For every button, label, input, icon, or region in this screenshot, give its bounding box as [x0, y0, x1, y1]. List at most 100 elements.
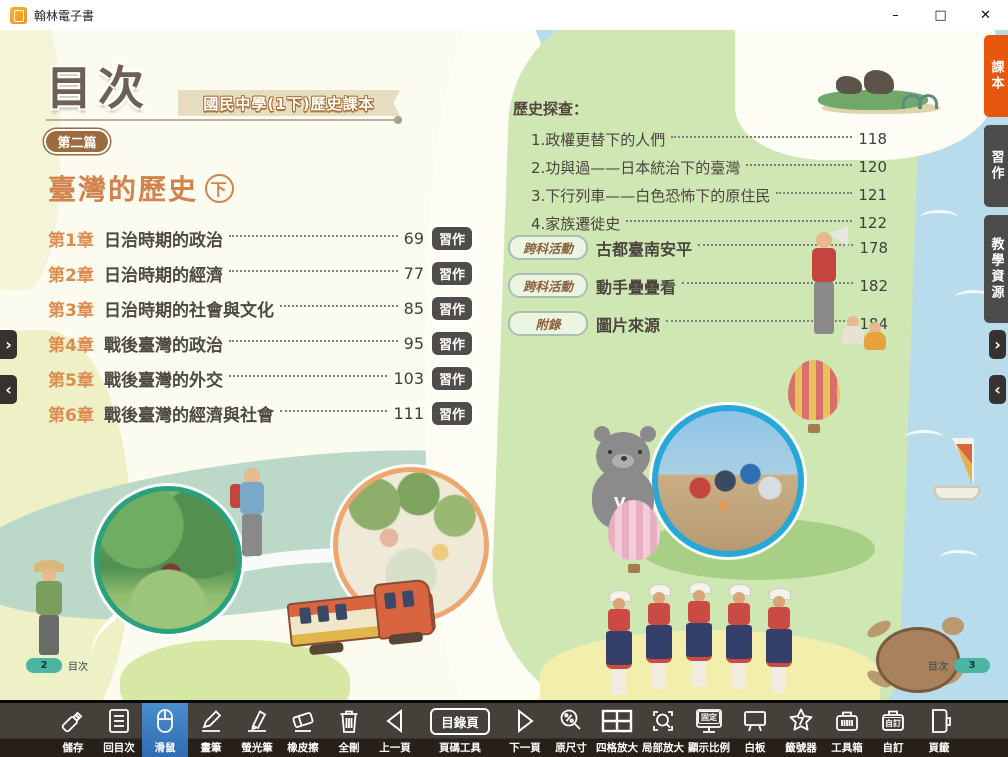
chapter-title: 戰後臺灣的外交: [104, 366, 223, 391]
zoom-percent-icon: [556, 704, 586, 738]
train-illustration: [285, 571, 434, 657]
activity-title: 動手疊疊看: [596, 274, 676, 298]
toolbar-highlighter[interactable]: 螢光筆: [234, 703, 280, 757]
usb-save-icon: [58, 704, 88, 738]
workbook-badge[interactable]: 習作: [432, 262, 472, 285]
chapter-row[interactable]: 第5章 戰後臺灣的外交 103 習作: [48, 367, 472, 389]
chapter-row[interactable]: 第3章 日治時期的社會與文化 85 習作: [48, 297, 472, 319]
left-edge-back-arrow[interactable]: ‹: [0, 375, 17, 404]
area-zoom-icon: [648, 704, 678, 738]
hot-air-balloon: [608, 500, 660, 573]
tab-textbook[interactable]: 課本: [984, 35, 1008, 117]
explore-row[interactable]: 3.下行列車——白色恐怖下的原住民 121: [531, 187, 887, 203]
workbook-badge[interactable]: 習作: [432, 297, 472, 320]
toolbar-label: 畫筆: [201, 740, 222, 755]
toolbar-label: 顯示比例: [688, 740, 730, 755]
workbook-badge[interactable]: 習作: [432, 402, 472, 425]
toolbar-eraser[interactable]: 橡皮擦: [280, 703, 326, 757]
tab-workbook[interactable]: 習作: [984, 125, 1008, 207]
eraser-icon: [288, 704, 318, 738]
toolbar-back-to-toc[interactable]: 回目次: [96, 703, 142, 757]
workbook-badge[interactable]: 習作: [432, 227, 472, 250]
toolbar-original-size[interactable]: 原尺寸: [548, 703, 594, 757]
toolbar-label: 原尺寸: [555, 740, 587, 755]
wave-decoration: [920, 210, 958, 225]
explore-title: 4.家族遷徙史: [531, 213, 620, 234]
dotted-leader: [746, 164, 852, 166]
workbook-badge[interactable]: 習作: [432, 332, 472, 355]
left-page-number-pill: 2: [26, 658, 62, 673]
tab-teaching-resources[interactable]: 教學資源: [984, 215, 1008, 323]
window-controls: – □ ✕: [873, 0, 1008, 30]
activity-badge: 跨科活動: [508, 273, 588, 298]
title-bar: 翰林電子書 – □ ✕: [0, 0, 1008, 30]
bookmark-book-icon: [924, 704, 954, 738]
chapter-number: 第4章: [48, 331, 104, 356]
toolbar-label: 四格放大: [596, 740, 638, 755]
chapter-title: 戰後臺灣的經濟與社會: [104, 401, 274, 426]
minimize-button[interactable]: –: [873, 0, 918, 30]
chapter-row[interactable]: 第4章 戰後臺灣的政治 95 習作: [48, 332, 472, 354]
toolbar-prev-page[interactable]: 上一頁: [372, 703, 418, 757]
hot-air-balloon: [788, 360, 840, 433]
ebook-app-window: 翰林電子書 – □ ✕ 目次: [0, 0, 1008, 757]
right-page-footer: 目次 3: [928, 658, 990, 673]
maximize-button[interactable]: □: [918, 0, 963, 30]
river-photo-circle: [94, 486, 242, 634]
toc-page-button[interactable]: 目錄頁: [430, 708, 490, 735]
chapter-title: 日治時期的政治: [104, 226, 223, 251]
activity-title: 圖片來源: [596, 312, 660, 336]
toolbar-label: 滑鼠: [155, 740, 176, 755]
explore-page-number: 121: [858, 186, 887, 204]
toolbar-label: 頁籤: [929, 740, 950, 755]
toolbar-custom[interactable]: 自訂 自訂: [870, 703, 916, 757]
toolbar-label: 白板: [745, 740, 766, 755]
explore-title: 3.下行列車——白色恐怖下的原住民: [531, 185, 770, 206]
toolbar-save[interactable]: 儲存: [50, 703, 96, 757]
right-edge-forward-arrow[interactable]: ›: [989, 330, 1006, 359]
explore-section: 歷史探查： 1.政權更替下的人們 118 2.功與過——日本統治下的臺灣 120…: [513, 98, 887, 243]
toolbar-partial-zoom[interactable]: 局部放大: [640, 703, 686, 757]
right-edge-back-arrow[interactable]: ‹: [989, 375, 1006, 404]
chapter-page-number: 95: [404, 334, 424, 353]
chapter-row[interactable]: 第6章 戰後臺灣的經濟與社會 111 習作: [48, 402, 472, 424]
chapter-number: 第6章: [48, 401, 104, 426]
toolbar-delete-all[interactable]: 全刪: [326, 703, 372, 757]
toolbar-mouse[interactable]: 滑鼠: [142, 703, 188, 757]
toolbar-toolbox[interactable]: 工具箱: [824, 703, 870, 757]
activity-title: 古都臺南安平: [596, 236, 692, 260]
explore-row[interactable]: 2.功與過——日本統治下的臺灣 120: [531, 159, 887, 175]
hot-air-balloon-small: [710, 467, 739, 509]
close-button[interactable]: ✕: [963, 0, 1008, 30]
book-spread: 目次 國民中學(1下)歷史課本 第二篇 臺灣的歷史 下 第1章 日治時期的政治 …: [0, 30, 1008, 700]
toolbar-next-page[interactable]: 下一頁: [502, 703, 548, 757]
sailboat-illustration: [928, 438, 980, 508]
trash-icon: [334, 704, 364, 738]
next-page-icon: [510, 704, 540, 738]
four-pane-grid-icon: [600, 704, 634, 738]
fixed-ratio-text: 固定: [698, 711, 720, 724]
toolbar-whiteboard[interactable]: 白板: [732, 703, 778, 757]
chapter-page-number: 69: [404, 229, 424, 248]
toolbar-label: 工具箱: [831, 740, 863, 755]
toolbar-display-ratio[interactable]: 固定 顯示比例: [686, 703, 732, 757]
appendix-badge: 附錄: [508, 311, 588, 336]
toolbar-label: 籤號器: [785, 740, 817, 755]
chapter-row[interactable]: 第1章 日治時期的政治 69 習作: [48, 227, 472, 249]
chapter-row[interactable]: 第2章 日治時期的經濟 77 習作: [48, 262, 472, 284]
toolbar-page-tabs[interactable]: 頁籤: [916, 703, 962, 757]
app-title: 翰林電子書: [34, 7, 94, 24]
explore-row[interactable]: 1.政權更替下的人們 118: [531, 131, 887, 147]
toolbar-quad-zoom[interactable]: 四格放大: [594, 703, 640, 757]
highlighter-icon: [242, 704, 272, 738]
workbook-badge[interactable]: 習作: [432, 367, 472, 390]
mouse-icon: [150, 704, 180, 738]
left-edge-forward-arrow[interactable]: ›: [0, 330, 17, 359]
toolbar-pen[interactable]: 畫筆: [188, 703, 234, 757]
toolbar-label: 上一頁: [379, 740, 411, 755]
custom-case-icon: 自訂: [878, 704, 908, 738]
toolbox-icon: [832, 704, 862, 738]
indigenous-dancers-illustration: [602, 582, 802, 700]
toolbar-number-picker[interactable]: 7 籤號器: [778, 703, 824, 757]
toolbar-page-tool[interactable]: 目錄頁 頁碼工具: [418, 703, 502, 757]
